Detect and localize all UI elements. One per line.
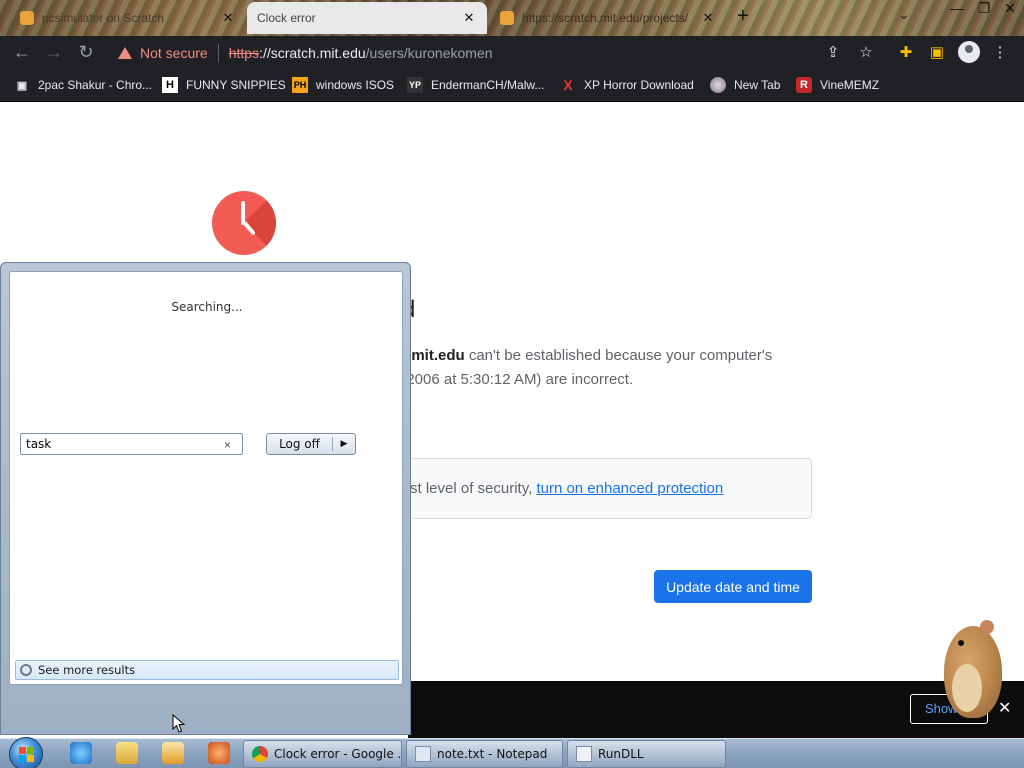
window-controls: — ❐ ✕ bbox=[950, 0, 1016, 17]
bookmark-label: 2pac Shakur - Chro... bbox=[38, 78, 153, 92]
bookmarks-bar: ▣ 2pac Shakur - Chro... H FUNNY SNIPPIES… bbox=[0, 69, 1024, 102]
h-logo-icon: H bbox=[162, 77, 178, 93]
chrome-icon bbox=[252, 746, 268, 762]
profile-avatar-icon[interactable] bbox=[958, 41, 980, 63]
mouse-cursor-icon bbox=[172, 714, 186, 733]
tab-title: https://scratch.mit.edu/projects/ bbox=[522, 11, 689, 25]
tab-close-icon[interactable]: ✕ bbox=[461, 10, 477, 26]
enhanced-protection-text: st level of security, turn on enhanced p… bbox=[410, 480, 723, 497]
see-more-results-link[interactable]: See more results bbox=[15, 660, 399, 680]
taskbar-notepad[interactable]: note.txt - Notepad bbox=[406, 740, 563, 768]
divider bbox=[217, 43, 219, 62]
bookmark-star-icon[interactable]: ☆ bbox=[856, 44, 876, 62]
globe-icon bbox=[710, 77, 726, 93]
start-search-input[interactable]: task bbox=[20, 433, 243, 455]
bookmark-label: EndermanCH/Malw... bbox=[431, 78, 545, 92]
browser-toolbar: ← → ↻ Not secure https ://scratch.mit.ed… bbox=[0, 36, 1024, 69]
bookmark-xp-horror[interactable]: X XP Horror Download bbox=[560, 76, 694, 94]
window-icon bbox=[576, 746, 592, 762]
url-host: ://scratch.mit.edu bbox=[259, 44, 366, 61]
log-off-button[interactable]: Log off ▶ bbox=[266, 433, 356, 455]
tab-pcsimulator[interactable]: pcsimulator on Scratch ✕ bbox=[10, 2, 246, 34]
share-icon[interactable]: ⇪ bbox=[823, 44, 843, 62]
task-label: note.txt - Notepad bbox=[437, 747, 548, 761]
start-menu: Searching... See more results bbox=[0, 262, 411, 735]
minimize-icon[interactable]: — bbox=[950, 0, 964, 17]
warning-triangle-icon bbox=[118, 46, 132, 59]
yp-logo-icon: YP bbox=[407, 77, 423, 93]
url-path: /users/kuronekomen bbox=[365, 44, 493, 61]
tab-search-chevron-icon[interactable]: ⌄ bbox=[898, 6, 910, 23]
shutdown-options-arrow-icon[interactable]: ▶ bbox=[333, 439, 355, 449]
bookmark-endermanch[interactable]: YP EndermanCH/Malw... bbox=[407, 76, 544, 94]
reload-icon[interactable]: ↻ bbox=[76, 42, 96, 62]
search-results-pane: Searching... See more results bbox=[9, 271, 403, 685]
see-more-label: See more results bbox=[38, 663, 136, 677]
bookmark-funny-snippies[interactable]: H FUNNY SNIPPIES bbox=[162, 76, 286, 94]
side-panel-icon[interactable]: ▣ bbox=[927, 44, 947, 62]
tab-title: pcsimulator on Scratch bbox=[42, 11, 165, 25]
bookmark-label: New Tab bbox=[734, 78, 781, 92]
bookmark-label: VineMEMZ bbox=[820, 78, 880, 92]
error-description: h.mit.edu can't be established because y… bbox=[398, 344, 818, 392]
close-window-icon[interactable]: ✕ bbox=[1004, 0, 1016, 17]
enhanced-prefix: st level of security, bbox=[410, 480, 537, 497]
clear-search-icon[interactable]: × bbox=[224, 438, 231, 452]
extensions-puzzle-icon[interactable]: ✚ bbox=[896, 44, 916, 62]
menu-dots-icon[interactable]: ⋮ bbox=[990, 44, 1010, 62]
bookmark-windows-isos[interactable]: PH windows ISOS bbox=[292, 76, 394, 94]
tab-close-icon[interactable]: ✕ bbox=[220, 10, 236, 26]
scratch-favicon-icon bbox=[500, 11, 514, 25]
bookmark-vinememz[interactable]: R VineMEMZ bbox=[796, 76, 879, 94]
file-explorer-icon[interactable] bbox=[116, 742, 138, 764]
new-tab-button[interactable]: + bbox=[737, 6, 749, 26]
clock-error-icon bbox=[212, 191, 276, 255]
tab-close-icon[interactable]: ✕ bbox=[700, 10, 716, 26]
update-date-time-button[interactable]: Update date and time bbox=[654, 570, 812, 603]
scratch-favicon-icon bbox=[20, 11, 34, 25]
hamster-image bbox=[936, 616, 1008, 720]
error-line1: can't be established because your comput… bbox=[464, 347, 773, 364]
tab-clock-error[interactable]: Clock error ✕ bbox=[247, 2, 487, 34]
bookmark-label: windows ISOS bbox=[316, 78, 395, 92]
x-logo-icon: X bbox=[563, 77, 573, 93]
taskbar-chrome[interactable]: Clock error - Google ... bbox=[243, 740, 402, 768]
task-label: Clock error - Google ... bbox=[274, 747, 402, 761]
start-button[interactable] bbox=[9, 737, 43, 768]
search-status: Searching... bbox=[171, 300, 243, 314]
tab-title: Clock error bbox=[257, 11, 316, 25]
paint-icon[interactable] bbox=[208, 742, 230, 764]
media-player-icon[interactable] bbox=[162, 742, 184, 764]
not-secure-label[interactable]: Not secure bbox=[140, 45, 208, 61]
task-label: RunDLL bbox=[598, 747, 644, 761]
bookmark-label: FUNNY SNIPPIES bbox=[186, 78, 286, 92]
tab-scratch-projects[interactable]: https://scratch.mit.edu/projects/ ✕ bbox=[490, 2, 726, 34]
notepad-icon bbox=[415, 746, 431, 762]
bookmark-icon: ▣ bbox=[16, 79, 28, 92]
back-arrow-icon[interactable]: ← bbox=[12, 42, 32, 62]
forward-arrow-icon[interactable]: → bbox=[44, 42, 64, 62]
log-off-label: Log off bbox=[267, 437, 333, 451]
restore-icon[interactable]: ❐ bbox=[978, 0, 991, 17]
url-scheme: https bbox=[228, 44, 260, 61]
tab-strip: pcsimulator on Scratch ✕ Clock error ✕ h… bbox=[0, 0, 1024, 36]
bookmark-2pac[interactable]: ▣ 2pac Shakur - Chro... bbox=[14, 76, 152, 94]
taskbar-rundll[interactable]: RunDLL bbox=[567, 740, 726, 768]
bookmark-new-tab[interactable]: New Tab bbox=[710, 76, 780, 94]
enhanced-protection-link[interactable]: turn on enhanced protection bbox=[536, 480, 723, 497]
internet-explorer-icon[interactable] bbox=[70, 742, 92, 764]
address-bar[interactable]: Not secure https ://scratch.mit.edu /use… bbox=[108, 39, 888, 66]
ph-logo-icon: PH bbox=[292, 77, 308, 93]
search-icon bbox=[20, 664, 32, 676]
error-line2: , 2006 at 5:30:12 AM) are incorrect. bbox=[398, 371, 634, 388]
r-logo-icon: R bbox=[796, 77, 812, 93]
bookmark-label: XP Horror Download bbox=[584, 78, 694, 92]
